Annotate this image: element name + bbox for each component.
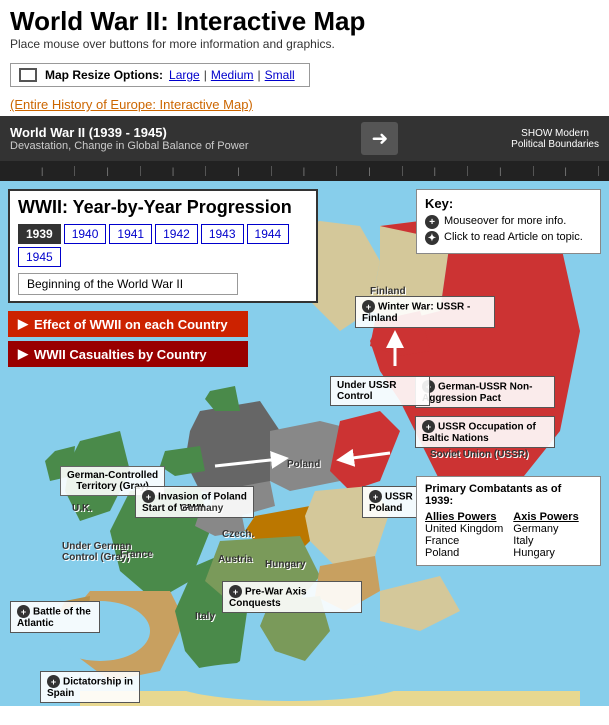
key-box: Key: + Mouseover for more info. ✦ Click …	[416, 189, 601, 254]
winter-war-callout[interactable]: +Winter War: USSR - Finland	[355, 296, 495, 328]
allies-label: Allies Powers	[425, 511, 503, 523]
timeline-bar: | | | | | | | | |	[0, 161, 609, 181]
czech-label: Czech.	[222, 529, 254, 540]
map-subtitle: Devastation, Change in Global Balance of…	[10, 140, 248, 152]
resize-label: Map Resize Options:	[45, 68, 163, 82]
year-1944-btn[interactable]: 1944	[247, 224, 290, 244]
year-1945-btn[interactable]: 1945	[18, 247, 61, 267]
dictatorship-spain-callout[interactable]: +Dictatorship in Spain	[40, 671, 140, 703]
resize-large[interactable]: Large	[169, 68, 200, 82]
year-1940-btn[interactable]: 1940	[64, 224, 107, 244]
battle-atlantic-callout[interactable]: +Battle of the Atlantic	[10, 601, 100, 633]
page-header: World War II: Interactive Map Place mous…	[0, 0, 609, 57]
allies-france: France	[425, 535, 503, 547]
resize-medium[interactable]: Medium	[211, 68, 254, 82]
finland-label: Finland	[370, 286, 406, 297]
phase-label: Beginning of the World War II	[18, 273, 238, 295]
year-1941-btn[interactable]: 1941	[109, 224, 152, 244]
ussr-control-callout[interactable]: Under USSR Control	[330, 376, 430, 406]
axis-italy: Italy	[513, 535, 578, 547]
mouseover-icon: +	[425, 215, 439, 229]
casualties-button[interactable]: WWII Casualties by Country	[8, 341, 248, 367]
page-subtitle: Place mouse over buttons for more inform…	[10, 37, 599, 51]
show-boundaries-button[interactable]: SHOW Modern Political Boundaries	[511, 128, 599, 150]
hungary-label: Hungary	[265, 559, 306, 570]
nonaggression-pact-callout[interactable]: +German-USSR Non-Aggression Pact	[415, 376, 555, 408]
resize-small[interactable]: Small	[265, 68, 295, 82]
year-1942-btn[interactable]: 1942	[155, 224, 198, 244]
click-icon: ✦	[425, 231, 439, 245]
combatants-title: Primary Combatants as of 1939:	[425, 483, 592, 507]
history-link[interactable]: (Entire History of Europe: Interactive M…	[10, 97, 253, 112]
wwii-section-title: WWII: Year-by-Year Progression	[18, 197, 308, 218]
main-container: World War II (1939 - 1945) Devastation, …	[0, 116, 609, 706]
ussr-occupation-callout[interactable]: +USSR Occupation of Baltic Nations	[415, 416, 555, 448]
axis-germany: Germany	[513, 523, 578, 535]
austria-label: Austria	[218, 554, 252, 565]
uk-label: U.K.	[72, 503, 92, 514]
map-area: WWII: Year-by-Year Progression 1939 1940…	[0, 181, 609, 706]
resize-icon	[19, 68, 37, 82]
map-header: World War II (1939 - 1945) Devastation, …	[0, 116, 609, 161]
year-1939-btn[interactable]: 1939	[18, 224, 61, 244]
map-title: World War II (1939 - 1945)	[10, 125, 248, 140]
effect-button[interactable]: Effect of WWII on each Country	[8, 311, 248, 337]
allies-uk: United Kingdom	[425, 523, 503, 535]
france-label: France	[120, 549, 153, 560]
key-mouseover-text: Mouseover for more info.	[444, 215, 566, 227]
soviet-union-label: Soviet Union (USSR)	[430, 449, 528, 460]
poland-label: Poland	[287, 459, 320, 470]
page-title: World War II: Interactive Map	[10, 6, 599, 37]
axis-label: Axis Powers	[513, 511, 578, 523]
combatants-box: Primary Combatants as of 1939: Allies Po…	[416, 476, 601, 566]
key-click-text: Click to read Article on topic.	[444, 231, 583, 243]
year-buttons: 1939 1940 1941 1942 1943 1944 1945	[18, 224, 308, 267]
germany-label: Germany	[180, 503, 223, 514]
year-1943-btn[interactable]: 1943	[201, 224, 244, 244]
wwii-title-box: WWII: Year-by-Year Progression 1939 1940…	[8, 189, 318, 303]
prewar-axis-callout[interactable]: +Pre-War Axis Conquests	[222, 581, 362, 613]
axis-hungary: Hungary	[513, 547, 578, 559]
left-panel: WWII: Year-by-Year Progression 1939 1940…	[8, 189, 318, 367]
next-arrow-button[interactable]: ➜	[361, 122, 398, 155]
key-title: Key:	[425, 196, 592, 211]
resize-bar: Map Resize Options: Large | Medium | Sma…	[10, 63, 310, 87]
allies-poland: Poland	[425, 547, 503, 559]
italy-label: Italy	[195, 611, 215, 622]
